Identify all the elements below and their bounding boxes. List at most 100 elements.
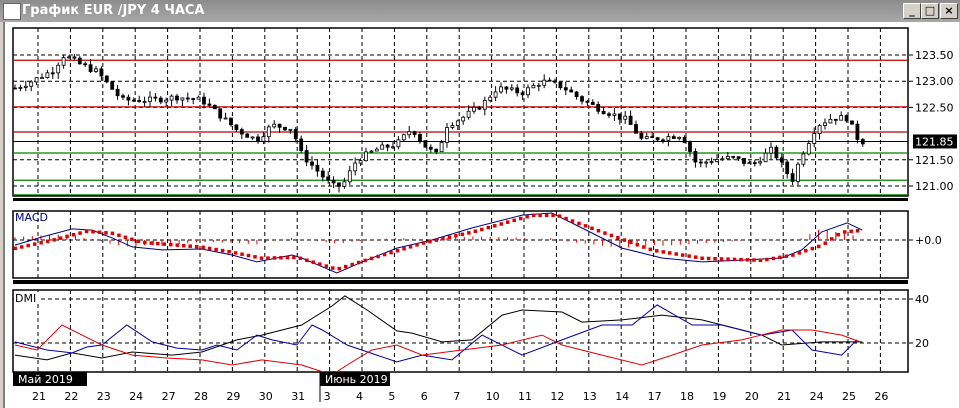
macd-signal-point bbox=[188, 244, 192, 248]
macd-signal-point bbox=[194, 244, 199, 249]
macd-signal-point bbox=[356, 260, 361, 265]
candle-body bbox=[542, 79, 547, 86]
macd-signal-point bbox=[201, 245, 205, 250]
candle-body bbox=[326, 176, 331, 181]
candle-body bbox=[769, 146, 773, 154]
macd-signal-point bbox=[389, 250, 393, 255]
candle-body bbox=[310, 161, 314, 166]
macd-signal-point bbox=[350, 262, 354, 267]
candle-body bbox=[855, 123, 860, 140]
date-label: 29 bbox=[226, 390, 240, 403]
macd-signal-point bbox=[680, 253, 685, 257]
macd-signal-point bbox=[745, 258, 750, 262]
macd-signal-point bbox=[408, 245, 413, 249]
candle-body bbox=[153, 96, 158, 99]
macd-signal-point bbox=[570, 219, 575, 223]
macd-signal-point bbox=[421, 241, 426, 245]
candle-body bbox=[536, 84, 541, 87]
macd-label: MACD bbox=[15, 211, 48, 224]
macd-signal-point bbox=[732, 257, 737, 262]
candle-body bbox=[29, 81, 34, 87]
current-price-label: 121.85 bbox=[915, 135, 954, 148]
macd-signal-point bbox=[784, 254, 789, 259]
candle-body bbox=[628, 115, 633, 125]
candle bbox=[245, 133, 250, 138]
candle-body bbox=[110, 81, 115, 90]
candle-body bbox=[785, 161, 790, 175]
price-tick-label: 123.50 bbox=[915, 49, 954, 62]
candle-body bbox=[671, 136, 676, 139]
macd-signal-point bbox=[78, 231, 82, 235]
date-label: 7 bbox=[453, 390, 460, 403]
candle bbox=[212, 104, 217, 110]
macd-signal-point bbox=[318, 262, 322, 266]
candle-body bbox=[385, 144, 390, 148]
candle-body bbox=[504, 86, 509, 90]
macd-signal-point bbox=[577, 221, 581, 226]
candle-body bbox=[839, 115, 844, 121]
candle-body bbox=[13, 87, 17, 90]
macd-signal-point bbox=[829, 237, 834, 241]
date-label: 3 bbox=[324, 390, 331, 403]
candle-body bbox=[347, 170, 352, 183]
candle-body bbox=[23, 85, 28, 88]
candle-body bbox=[574, 91, 579, 98]
candle-body bbox=[558, 81, 563, 89]
macd-signal-point bbox=[207, 246, 212, 251]
candle-body bbox=[688, 142, 692, 152]
candle-body bbox=[661, 139, 665, 142]
macd-signal-point bbox=[674, 252, 678, 256]
macd-signal-point bbox=[369, 256, 374, 261]
macd-signal-point bbox=[836, 232, 840, 237]
macd-signal-point bbox=[810, 246, 815, 251]
macd-signal-point bbox=[169, 242, 173, 247]
chart-canvas[interactable]: 123.50 123.00 122.50 121.50 121.00 121.85 +0.0… bbox=[0, 0, 960, 408]
macd-signal-point bbox=[71, 233, 76, 237]
candle-body bbox=[698, 161, 703, 164]
candle-body bbox=[126, 96, 131, 101]
date-label: 11 bbox=[518, 390, 532, 403]
macd-signal-point bbox=[473, 229, 478, 233]
date-label: 23 bbox=[97, 390, 111, 403]
candle-body bbox=[547, 79, 552, 82]
candle-body bbox=[439, 142, 444, 153]
macd-signal-point bbox=[91, 229, 95, 234]
candle-body bbox=[455, 120, 460, 126]
candle-body bbox=[731, 155, 736, 158]
candle-body bbox=[526, 87, 530, 96]
macd-signal-point bbox=[149, 241, 154, 245]
candle-body bbox=[401, 134, 406, 141]
candle-body bbox=[358, 160, 363, 164]
macd-signal-point bbox=[343, 264, 348, 269]
date-label: 12 bbox=[550, 390, 564, 403]
macd-signal-point bbox=[590, 226, 594, 231]
candle bbox=[110, 81, 115, 90]
macd-signal-point bbox=[279, 256, 283, 260]
macd-signal-point bbox=[583, 224, 588, 228]
macd-signal-point bbox=[240, 252, 244, 256]
candle-body bbox=[45, 72, 50, 79]
date-label: 30 bbox=[259, 390, 273, 403]
macd-signal-point bbox=[512, 218, 516, 223]
candle-body bbox=[488, 96, 493, 101]
candle-body bbox=[499, 86, 503, 93]
candle-body bbox=[175, 95, 179, 101]
candle-body bbox=[434, 148, 439, 153]
candle-body bbox=[472, 106, 476, 112]
candle-body bbox=[391, 146, 395, 149]
macd-signal-point bbox=[175, 243, 179, 247]
date-label: 10 bbox=[486, 390, 500, 403]
date-label: 5 bbox=[388, 390, 395, 403]
candle-body bbox=[623, 115, 628, 120]
candle-body bbox=[40, 77, 44, 80]
date-label: 24 bbox=[129, 390, 143, 403]
date-label: 18 bbox=[680, 390, 694, 403]
macd-signal-point bbox=[136, 239, 141, 243]
macd-signal-point bbox=[661, 250, 665, 254]
macd-signal-point bbox=[97, 230, 102, 235]
candle-body bbox=[677, 136, 682, 139]
macd-signal-point bbox=[531, 213, 536, 218]
macd-signal-point bbox=[603, 231, 607, 235]
candle-body bbox=[423, 140, 428, 148]
macd-signal-point bbox=[162, 242, 167, 246]
